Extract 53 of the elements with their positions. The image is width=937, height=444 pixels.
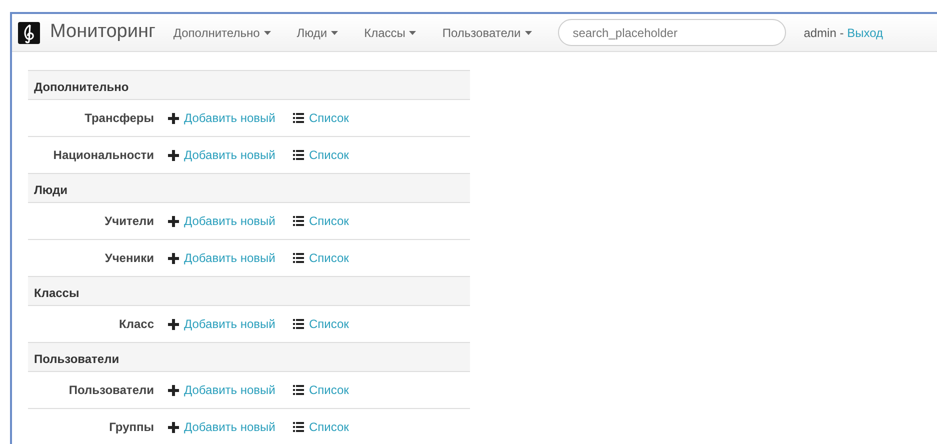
brand-title[interactable]: Мониторинг [50, 18, 156, 47]
plus-icon [168, 112, 179, 124]
plus-icon [168, 318, 179, 330]
add-new-link[interactable]: Добавить новый [184, 212, 276, 230]
plus-icon [168, 252, 179, 264]
list-link[interactable]: Список [309, 249, 349, 267]
list-icon [293, 216, 304, 226]
list-icon [293, 422, 304, 432]
caret-icon [524, 30, 532, 34]
section-header: Люди [28, 173, 470, 202]
list-icon [293, 113, 304, 123]
list-link[interactable]: Список [309, 418, 349, 436]
list-icon [293, 150, 304, 160]
caret-icon [409, 30, 416, 34]
add-new-link[interactable]: Добавить новый [184, 381, 276, 399]
plus-icon [168, 216, 179, 226]
caret-icon [264, 30, 271, 34]
model-name: Класс [118, 316, 155, 333]
separator-text: - [840, 26, 844, 40]
model-name: Ученики [104, 250, 155, 267]
model-name: Пользователи [68, 382, 155, 399]
nav-menu[interactable]: Люди [296, 24, 338, 42]
plus-icon [168, 422, 179, 432]
nav-menu[interactable]: Классы [364, 24, 416, 42]
model-name: Трансферы [84, 110, 155, 127]
add-new-link[interactable]: Добавить новый [184, 146, 276, 164]
search-field[interactable]: search_placeholder [558, 19, 786, 46]
section-header: Пользователи [28, 342, 470, 371]
section-header: Дополнительно [28, 70, 470, 99]
plus-icon [168, 150, 179, 160]
add-new-link[interactable]: Добавить новый [184, 109, 276, 127]
model-name: Национальности [52, 147, 155, 164]
list-link[interactable]: Список [309, 381, 349, 399]
add-new-link[interactable]: Добавить новый [184, 315, 276, 333]
caret-icon [331, 30, 338, 34]
logout-link[interactable]: Выход [847, 26, 883, 40]
model-name: Учители [104, 213, 155, 230]
list-link[interactable]: Список [309, 109, 349, 127]
logo-icon [18, 22, 40, 44]
nav-menu[interactable]: Пользователи [442, 24, 532, 42]
plus-icon [168, 384, 179, 396]
user-name: admin [804, 26, 836, 40]
list-icon [293, 385, 304, 395]
list-icon [293, 253, 304, 263]
model-name: Группы [108, 419, 155, 436]
list-link[interactable]: Список [309, 315, 349, 333]
list-link[interactable]: Список [309, 212, 349, 230]
add-new-link[interactable]: Добавить новый [184, 249, 276, 267]
add-new-link[interactable]: Добавить новый [184, 418, 276, 436]
section-header: Классы [28, 276, 470, 305]
nav-menu[interactable]: Дополнительно [173, 24, 271, 42]
list-icon [293, 319, 304, 329]
list-link[interactable]: Список [309, 146, 349, 164]
